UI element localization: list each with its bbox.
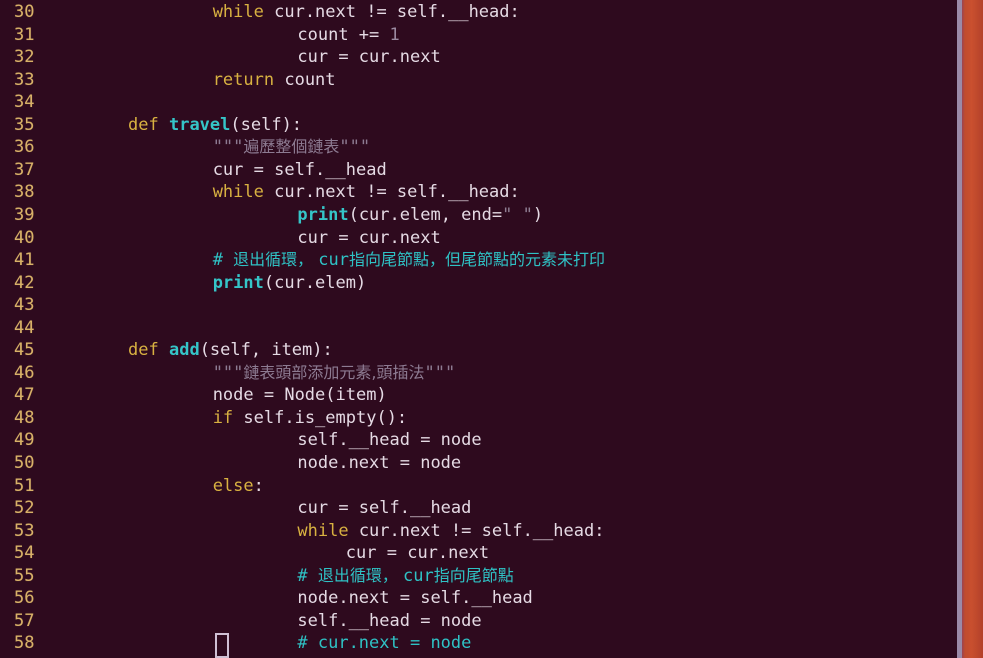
code-token: cur = self.__head <box>212 159 387 180</box>
code-line[interactable]: while cur.next != self.__head: <box>297 520 604 543</box>
code-token: " " <box>502 204 533 225</box>
code-token: self.is_empty(): <box>233 407 408 428</box>
code-line[interactable]: return count <box>213 69 336 92</box>
code-token: self.__head = node <box>297 430 482 451</box>
code-line[interactable]: cur = cur.next <box>297 46 440 69</box>
code-token: (self): <box>230 114 303 135</box>
code-token: : <box>253 475 264 496</box>
code-line[interactable]: count += 1 <box>297 24 399 47</box>
code-line[interactable]: # 退出循環， cur指向尾節點 <box>297 565 513 588</box>
code-token: 指向尾節點，但尾節點的元素未打印 <box>348 250 605 270</box>
code-line[interactable]: """遍歷整個鏈表""" <box>213 136 370 159</box>
code-token: node = Node(item) <box>212 385 387 406</box>
code-line[interactable]: self.__head = node <box>297 429 481 452</box>
code-line[interactable]: """鏈表頭部添加元素,頭插法""" <box>213 362 456 385</box>
code-line[interactable]: cur = self.__head <box>297 497 471 520</box>
code-token: cur = self.__head <box>297 498 472 519</box>
code-token: cur.next != self.__head: <box>263 2 520 22</box>
code-token: def <box>128 114 159 135</box>
code-token: add <box>168 340 200 361</box>
code-token: cur = cur.next <box>345 543 490 564</box>
code-token: """ <box>212 137 244 158</box>
code-line[interactable]: cur = cur.next <box>346 542 489 565</box>
code-line[interactable]: # 退出循環， cur指向尾節點，但尾節點的元素未打印 <box>213 249 605 272</box>
code-token: while <box>212 2 264 22</box>
code-token: cur <box>402 565 434 586</box>
code-token: count <box>274 69 336 90</box>
code-token: 退出循環， <box>233 250 319 270</box>
code-token: 退出循環， <box>317 565 403 585</box>
code-token: cur = cur.next <box>297 47 441 68</box>
code-token: node.next = node <box>297 453 462 473</box>
code-line[interactable]: while cur.next != self.__head: <box>213 181 520 204</box>
code-token: return <box>212 69 275 90</box>
code-token: print <box>297 204 349 225</box>
text-cursor <box>215 633 229 658</box>
code-line[interactable]: print(cur.elem) <box>213 272 367 295</box>
code-line[interactable]: while cur.next != self.__head: <box>213 1 520 24</box>
code-line[interactable]: def add(self, item): <box>128 339 333 362</box>
code-token: """ <box>212 362 244 383</box>
code-editor-window: 30 31 32 33 34 35 36 37 38 39 40 41 42 43 44 45 46 47 48 49… <box>0 0 983 658</box>
code-line[interactable]: self.__head = node <box>297 610 481 633</box>
code-token: def <box>128 340 159 361</box>
code-token: 遍歷整個鏈表 <box>243 137 340 157</box>
code-token: ) <box>532 204 544 225</box>
code-token: self.__head = node <box>297 610 482 631</box>
code-token: (self, item): <box>199 340 333 361</box>
code-line[interactable]: def travel(self): <box>128 114 302 137</box>
code-token: cur = cur.next <box>297 227 441 248</box>
code-token: cur.next != self.__head: <box>263 182 520 203</box>
code-token: 1 <box>389 24 400 45</box>
code-token: (cur.elem) <box>263 272 367 293</box>
code-token: cur <box>318 250 349 271</box>
code-token: cur.next != self.__head: <box>348 520 605 541</box>
code-line[interactable]: print(cur.elem, end=" ") <box>297 204 543 227</box>
code-line[interactable]: cur = cur.next <box>297 227 440 250</box>
code-token: 指向尾節點 <box>433 565 514 585</box>
code-line[interactable]: node.next = node <box>297 452 461 475</box>
code-token: (cur.elem, end= <box>348 204 503 225</box>
code-token: print <box>212 272 264 293</box>
code-token: # <box>212 250 234 271</box>
code-token: travel <box>168 114 231 135</box>
code-token: if <box>212 407 234 428</box>
code-token: else <box>212 475 254 496</box>
code-line[interactable]: # cur.next = node <box>297 632 471 655</box>
code-token: """ <box>339 137 371 158</box>
code-token: # <box>297 565 318 586</box>
code-token: # cur.next = node <box>297 633 472 654</box>
code-token: 鏈表頭部添加元素,頭插法 <box>243 362 425 382</box>
scrollbar-thumb[interactable] <box>962 0 983 658</box>
code-line[interactable]: node.next = self.__head <box>297 587 532 610</box>
code-line[interactable]: else: <box>213 475 264 498</box>
code-token: while <box>212 182 264 203</box>
code-line[interactable]: cur = self.__head <box>213 159 387 182</box>
code-text-area[interactable]: while cur.next != self.__head: count += 1… <box>0 0 955 658</box>
code-token: """ <box>424 362 456 383</box>
code-line[interactable]: node = Node(item) <box>213 384 387 407</box>
code-token: while <box>297 520 349 541</box>
code-token: count += <box>297 24 390 45</box>
code-token: node.next = self.__head <box>297 588 533 609</box>
code-line[interactable]: if self.is_empty(): <box>213 407 407 430</box>
